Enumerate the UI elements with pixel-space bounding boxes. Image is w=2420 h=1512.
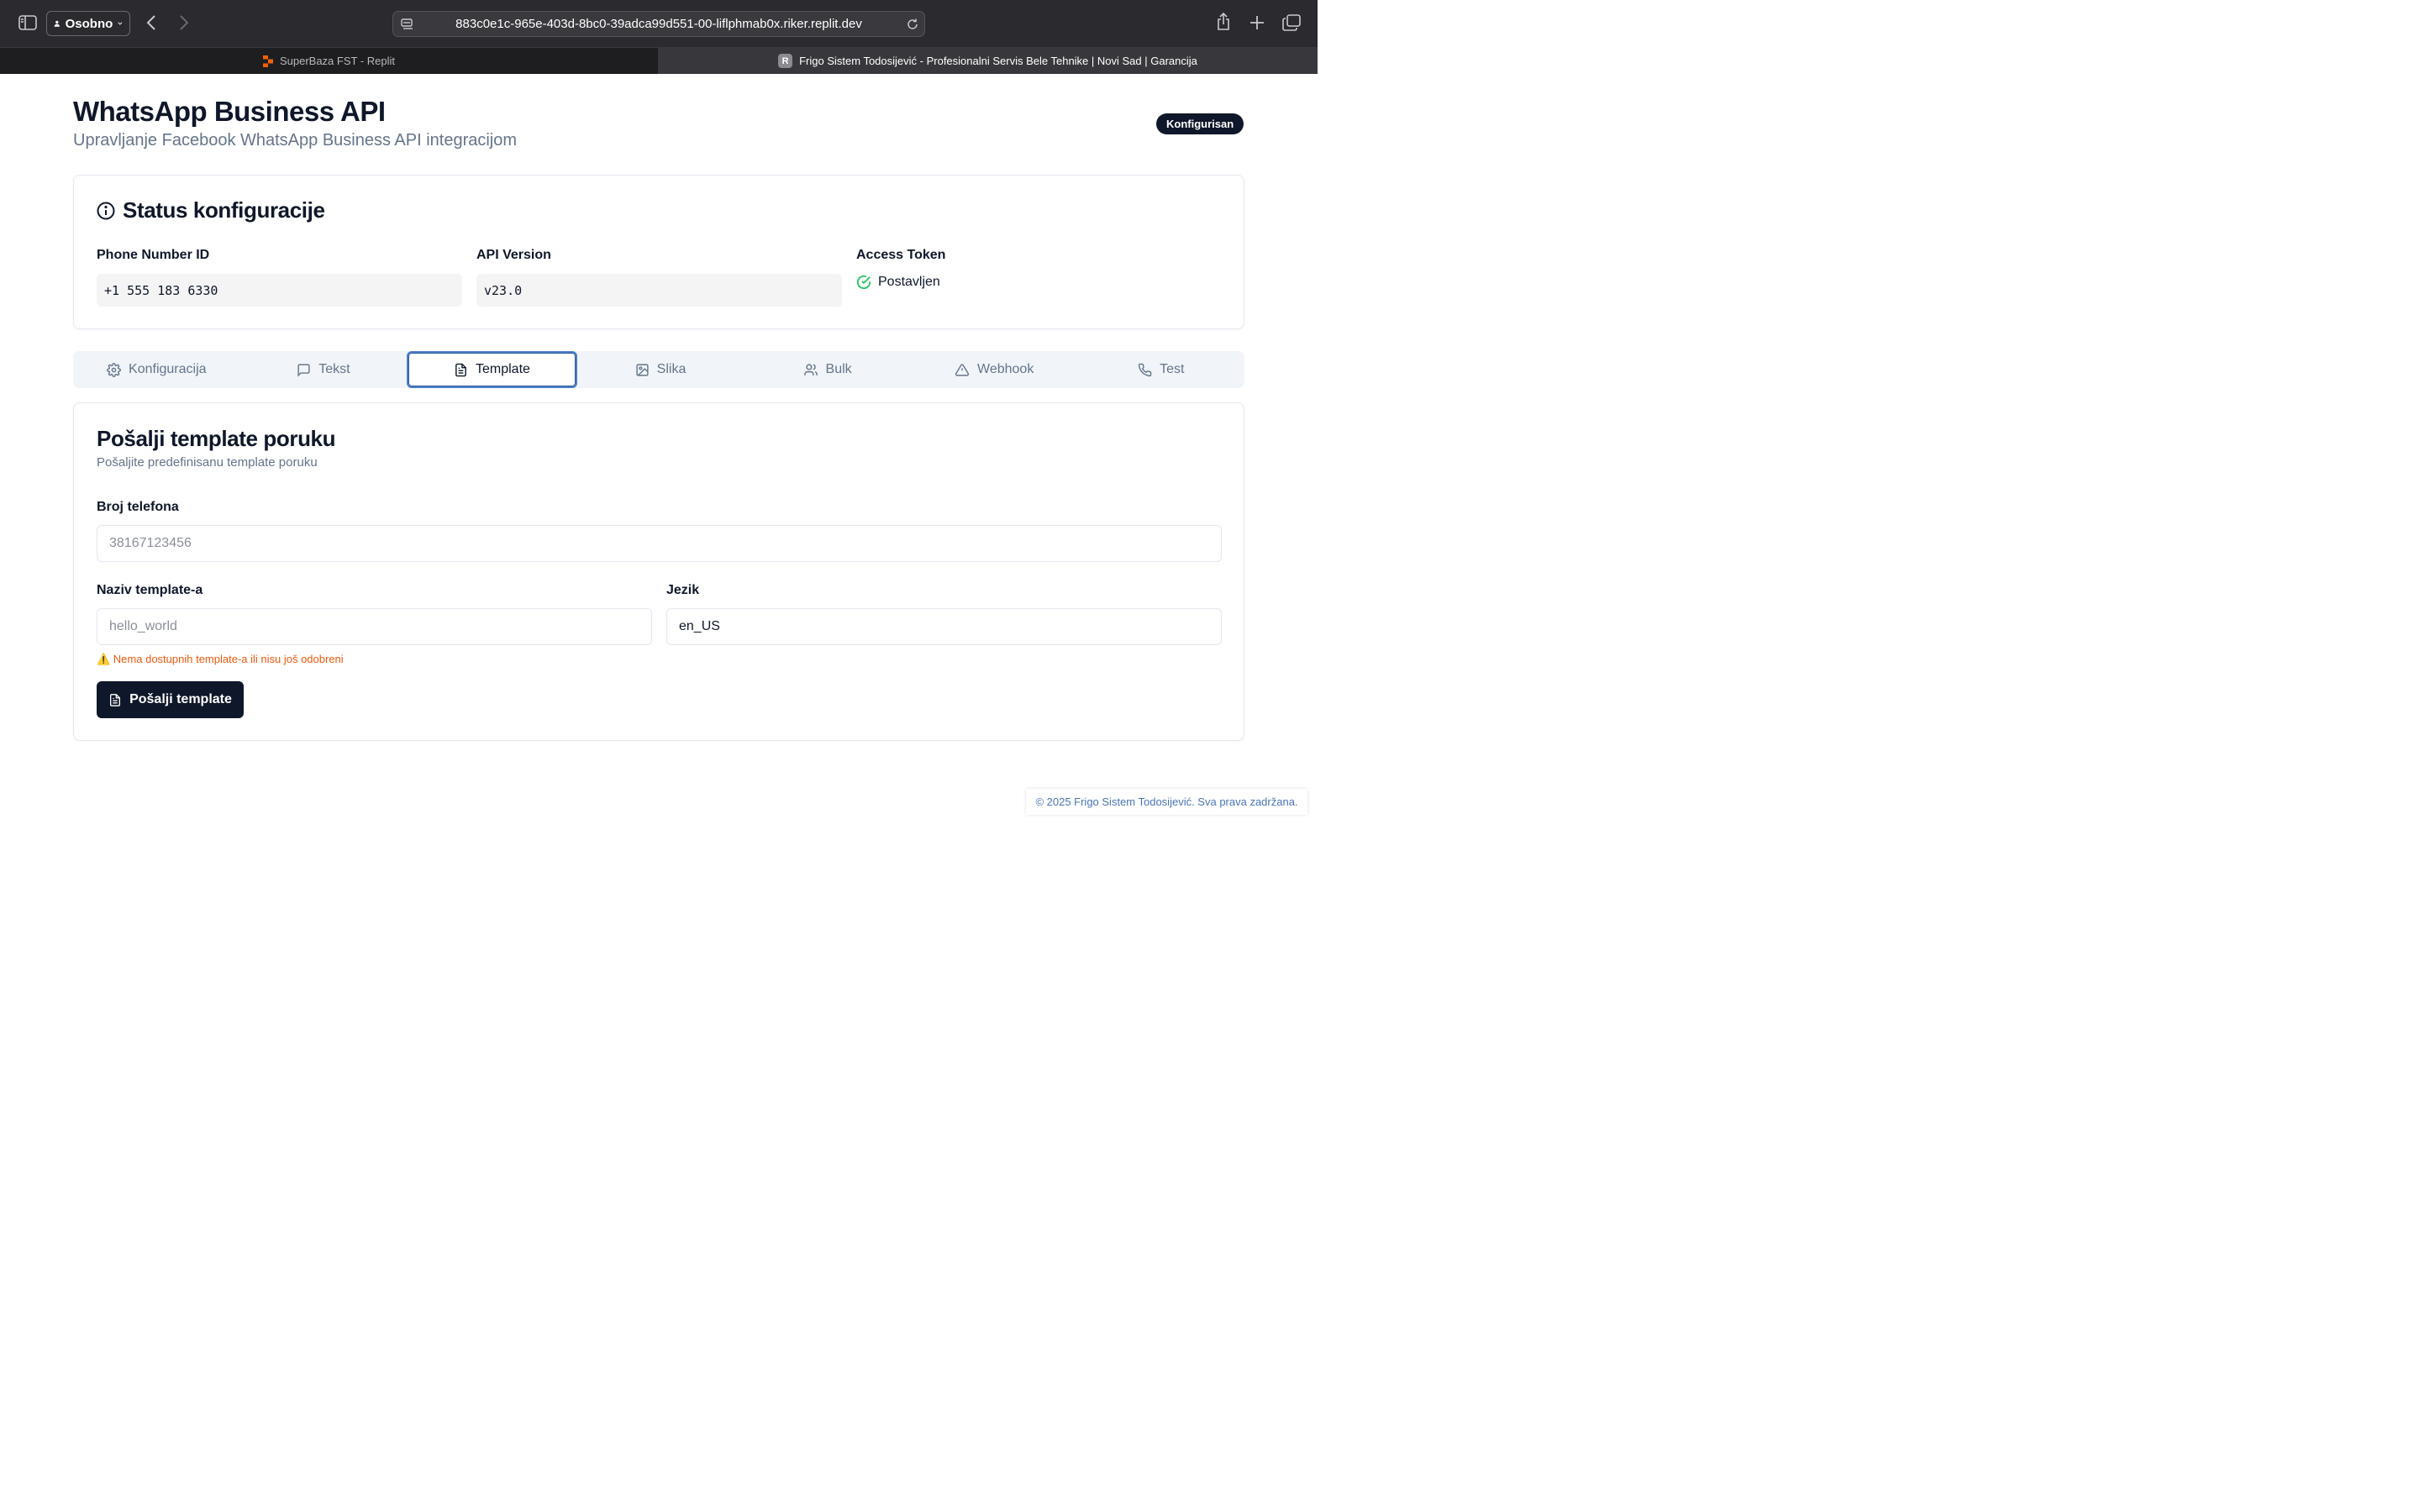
site-settings-icon[interactable] [401, 18, 414, 31]
tab-template[interactable]: Template [407, 351, 577, 388]
tab-label: Konfiguracija [129, 362, 207, 376]
language-input[interactable]: en_US [666, 608, 1222, 645]
tab-konfiguracija[interactable]: Konfiguracija [73, 351, 240, 388]
tab-webhook[interactable]: Webhook [911, 351, 1078, 388]
page-title: WhatsApp Business API [73, 96, 386, 127]
document-icon [455, 363, 466, 376]
browser-toolbar: Osobno 883c0e1c-965e-403d-8bc0-39adca99d… [0, 0, 1318, 47]
person-icon [54, 20, 60, 27]
tab-slika[interactable]: Slika [577, 351, 744, 388]
replit-logo-icon [262, 55, 273, 67]
access-token-label: Access Token [856, 248, 946, 262]
forward-icon[interactable] [178, 14, 190, 31]
browser-tab-replit[interactable]: SuperBaza FST - Replit [0, 48, 658, 74]
new-tab-icon[interactable] [1249, 15, 1265, 30]
phone-number-id-value: +1 555 183 6330 [97, 274, 462, 307]
tab-label: Template [475, 362, 530, 376]
browser-tab-frigo[interactable]: R Frigo Sistem Todosijević - Profesional… [658, 48, 1318, 74]
template-name-input[interactable]: hello_world [97, 608, 652, 645]
send-template-label: Pošalji template [129, 692, 232, 706]
tab-label: Tekst [318, 362, 350, 376]
message-icon [297, 363, 310, 377]
tab-label: Slika [656, 362, 687, 376]
tab-bulk[interactable]: Bulk [744, 351, 911, 388]
feature-tabs: Konfiguracija Tekst Template Slika Bulk … [73, 351, 1244, 388]
url-text: 883c0e1c-965e-403d-8bc0-39adca99d551-00-… [455, 17, 862, 31]
sidebar-toggle-icon[interactable] [18, 14, 37, 31]
page-content: WhatsApp Business API Upravljanje Facebo… [0, 74, 1318, 823]
template-name-label: Naziv template-a [97, 583, 203, 597]
page-subtitle: Upravljanje Facebook WhatsApp Business A… [73, 131, 518, 150]
reload-icon[interactable] [906, 18, 919, 31]
share-icon[interactable] [1216, 13, 1231, 31]
form-title: Pošalji template poruku [97, 426, 336, 451]
status-badge: Konfigurisan [1156, 113, 1244, 134]
access-token-state-text: Postavljen [878, 275, 940, 289]
footer-copyright: © 2025 Frigo Sistem Todosijević. Sva pra… [1026, 789, 1307, 815]
status-card: Status konfiguracije Phone Number ID +1 … [73, 175, 1244, 329]
tab-label: Webhook [977, 362, 1034, 376]
profile-label: Osobno [65, 16, 113, 31]
form-subtitle: Pošaljite predefinisanu template poruku [97, 455, 318, 470]
browser-tab-title: SuperBaza FST - Replit [279, 55, 396, 67]
send-template-button[interactable]: Pošalji template [97, 681, 244, 718]
back-icon[interactable] [145, 14, 157, 31]
phone-label: Broj telefona [97, 500, 179, 514]
no-templates-warning: ⚠️ Nema dostupnih template-a ili nisu jo… [97, 653, 344, 665]
phone-input[interactable]: 38167123456 [97, 525, 1222, 562]
browser-tab-strip: SuperBaza FST - Replit R Frigo Sistem To… [0, 47, 1318, 74]
tab-test[interactable]: Test [1077, 351, 1244, 388]
chevron-down-icon [118, 22, 123, 25]
gear-icon [107, 362, 121, 377]
users-icon [803, 363, 818, 375]
tab-label: Test [1160, 362, 1185, 376]
favicon-r-icon: R [778, 54, 793, 68]
info-icon [97, 202, 115, 219]
warning-icon [955, 363, 970, 376]
phone-number-id-label: Phone Number ID [97, 248, 210, 262]
status-heading: Status konfiguracije [97, 197, 325, 223]
template-form-card: Pošalji template poruku Pošaljite predef… [73, 402, 1244, 741]
api-version-label: API Version [476, 248, 551, 262]
phone-icon [1138, 363, 1152, 376]
address-bar[interactable]: 883c0e1c-965e-403d-8bc0-39adca99d551-00-… [392, 11, 925, 37]
image-icon [636, 363, 649, 376]
profile-button[interactable]: Osobno [46, 11, 130, 36]
document-icon [110, 693, 121, 706]
language-label: Jezik [666, 583, 700, 597]
check-circle-icon [856, 275, 871, 290]
access-token-status: Postavljen [856, 275, 940, 290]
tab-label: Bulk [825, 362, 852, 376]
tab-tekst[interactable]: Tekst [240, 351, 408, 388]
api-version-value: v23.0 [476, 274, 842, 307]
browser-tab-title: Frigo Sistem Todosijević - Profesionalni… [799, 55, 1197, 67]
status-heading-text: Status konfiguracije [123, 197, 325, 223]
tab-overview-icon[interactable] [1282, 14, 1301, 31]
